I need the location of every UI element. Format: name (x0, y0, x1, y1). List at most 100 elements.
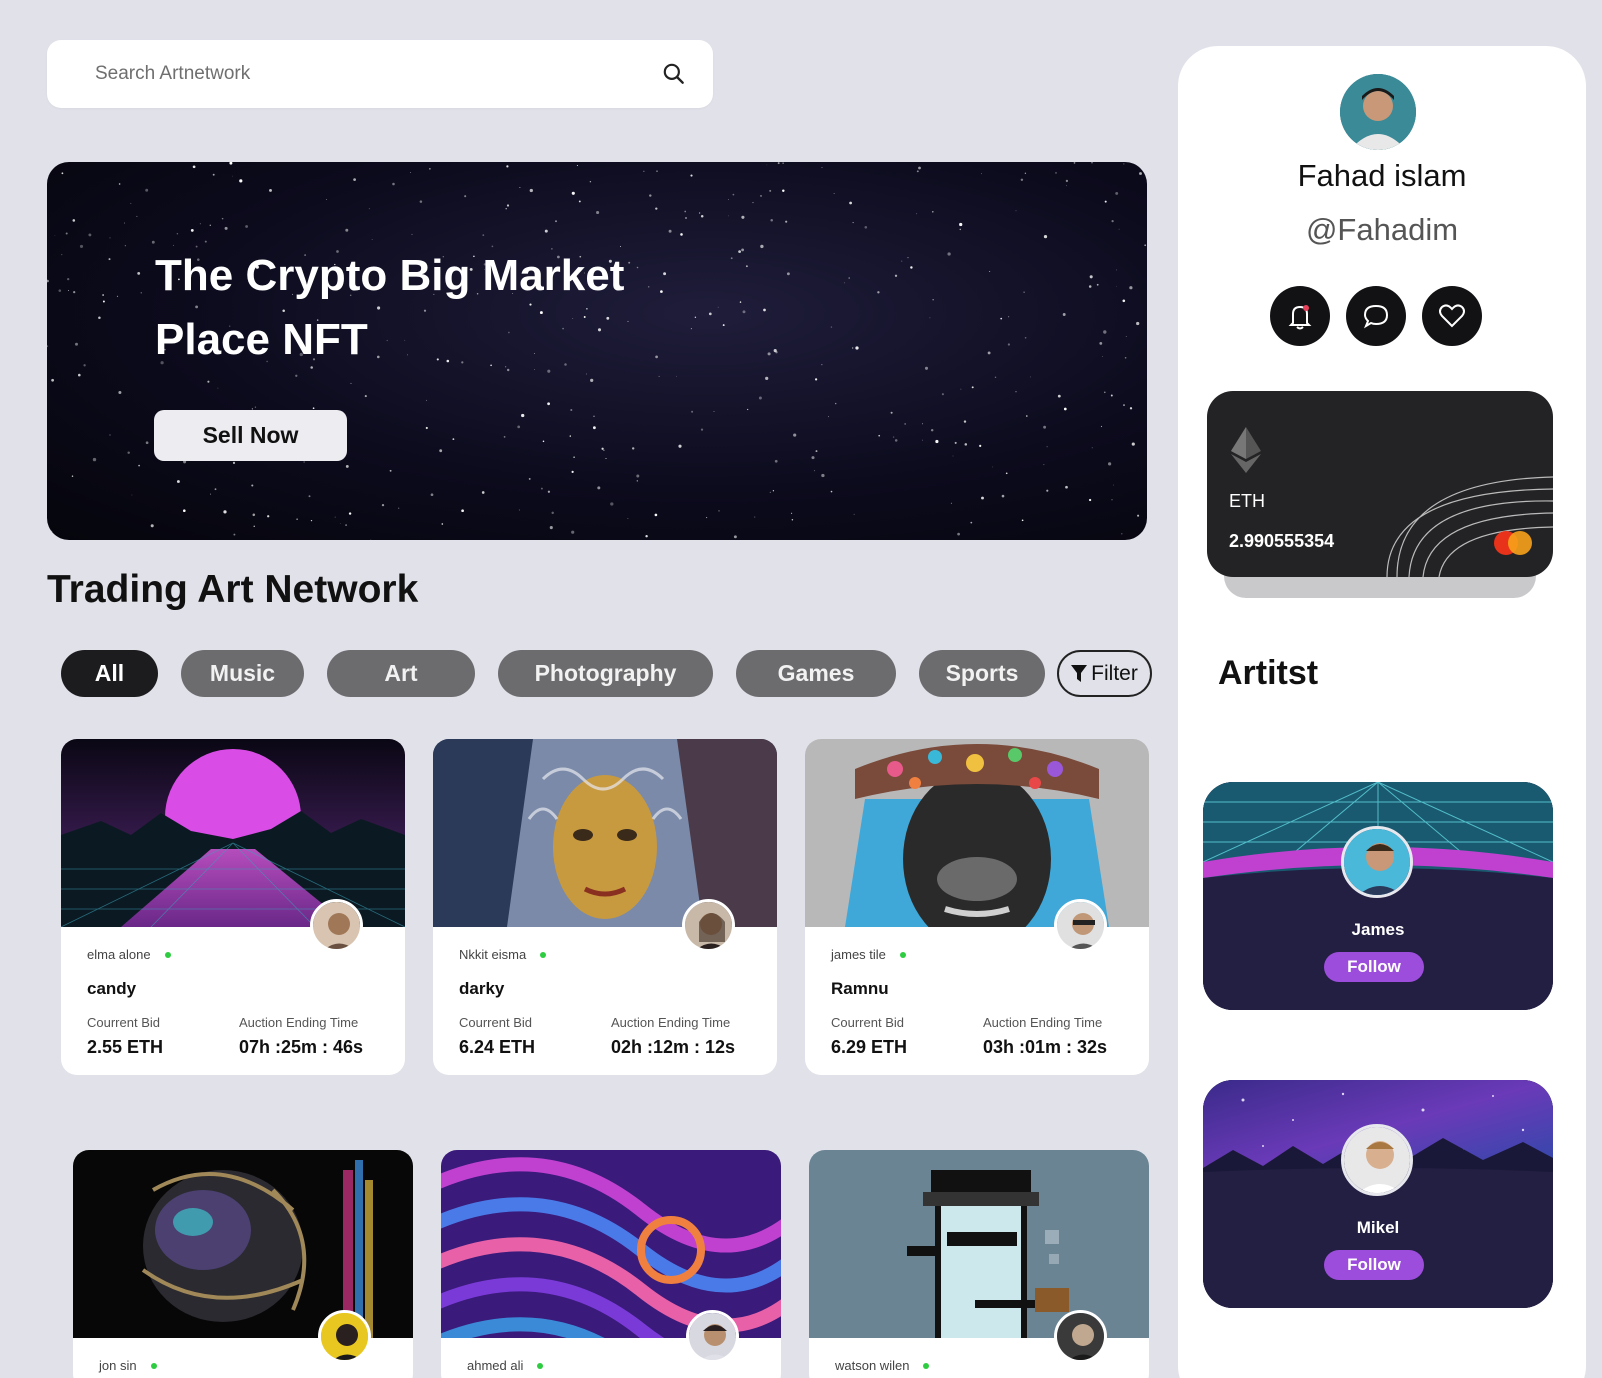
creator-avatar[interactable] (686, 1310, 739, 1363)
star (555, 220, 557, 223)
search-bar[interactable] (47, 40, 713, 108)
star (411, 233, 413, 235)
creator-name: watson wilen (835, 1358, 910, 1373)
star (1122, 299, 1126, 303)
star (852, 347, 854, 349)
creator-name: elma alone (87, 947, 151, 962)
star (924, 366, 929, 370)
tab-all[interactable]: All (61, 650, 158, 697)
auction-time-value: 03h :01m : 32s (983, 1037, 1108, 1057)
profile-avatar[interactable] (1340, 74, 1416, 150)
favorites-button[interactable] (1422, 286, 1482, 346)
star (118, 390, 122, 395)
nft-card[interactable]: elma alone candy Courrent Bid Auction En… (61, 739, 405, 1075)
star (680, 233, 683, 236)
tab-photography[interactable]: Photography (498, 650, 713, 697)
star (676, 375, 677, 377)
search-input[interactable] (95, 63, 661, 85)
star (821, 364, 823, 366)
star (1024, 336, 1027, 339)
creator-avatar[interactable] (1054, 1310, 1107, 1363)
star (72, 219, 76, 222)
search-icon[interactable] (661, 61, 687, 87)
star (209, 224, 211, 226)
nft-card[interactable]: ahmed ali (441, 1150, 781, 1378)
nft-card[interactable]: james tile Ramnu Courrent Bid Auction En… (805, 739, 1149, 1075)
creator-avatar[interactable] (1054, 899, 1107, 952)
star (1008, 316, 1010, 318)
star (1088, 498, 1092, 502)
star (224, 226, 228, 230)
star (140, 292, 142, 294)
creator-avatar[interactable] (682, 899, 735, 952)
tab-music[interactable]: Music (181, 650, 304, 697)
star (853, 513, 855, 515)
star (389, 469, 392, 472)
messages-button[interactable] (1346, 286, 1406, 346)
mastercard-icon (1494, 531, 1532, 555)
follow-button[interactable]: Follow (1324, 952, 1424, 982)
artist-avatar[interactable] (1341, 1124, 1413, 1196)
star (760, 244, 764, 249)
star (79, 244, 84, 248)
follow-button[interactable]: Follow (1324, 1250, 1424, 1280)
star (1043, 425, 1046, 429)
star (419, 200, 423, 203)
star (61, 172, 64, 175)
star (573, 456, 575, 458)
star (605, 458, 607, 459)
sell-now-button[interactable]: Sell Now (154, 410, 347, 461)
tab-games[interactable]: Games (736, 650, 896, 697)
star (694, 316, 697, 318)
star (49, 530, 53, 533)
star (815, 450, 818, 453)
star (690, 174, 693, 177)
nft-image (433, 739, 777, 927)
creator-avatar[interactable] (310, 899, 363, 952)
star (326, 199, 327, 200)
nft-image (805, 739, 1149, 927)
artist-card[interactable]: James Follow (1203, 782, 1553, 1010)
star (392, 182, 395, 186)
star (1121, 533, 1123, 535)
star (655, 207, 658, 210)
star (233, 533, 236, 536)
star (1057, 394, 1061, 398)
nft-card[interactable]: Nkkit eisma darky Courrent Bid Auction E… (433, 739, 777, 1075)
star (964, 443, 968, 446)
star (763, 308, 766, 312)
star (1096, 283, 1099, 286)
star (439, 449, 443, 453)
star (1007, 343, 1011, 346)
star (782, 162, 784, 164)
notifications-button[interactable] (1270, 286, 1330, 346)
tab-art[interactable]: Art (327, 650, 475, 697)
nft-title: darky (459, 979, 505, 998)
filter-button[interactable]: Filter (1057, 650, 1152, 697)
star (685, 217, 687, 219)
star (593, 426, 596, 430)
star (1131, 442, 1135, 446)
star (636, 480, 638, 482)
star (1063, 407, 1067, 411)
star (774, 459, 778, 463)
star (957, 532, 960, 536)
artist-avatar[interactable] (1341, 826, 1413, 898)
star (775, 351, 778, 354)
star (506, 204, 510, 207)
star (1118, 228, 1120, 230)
tab-sports[interactable]: Sports (919, 650, 1045, 697)
artist-card[interactable]: Mikel Follow (1203, 1080, 1553, 1308)
star (353, 178, 356, 181)
nft-card[interactable]: watson wilen (809, 1150, 1149, 1378)
creator-info: ahmed ali (467, 1358, 544, 1373)
star (1015, 391, 1017, 393)
star (770, 219, 773, 222)
star (1123, 163, 1125, 165)
star (741, 215, 745, 219)
eth-wallet-card[interactable]: ETH 2.990555354 (1207, 391, 1553, 577)
creator-avatar[interactable] (318, 1310, 371, 1363)
star (989, 270, 991, 272)
nft-card[interactable]: jon sin (73, 1150, 413, 1378)
star (844, 282, 845, 284)
